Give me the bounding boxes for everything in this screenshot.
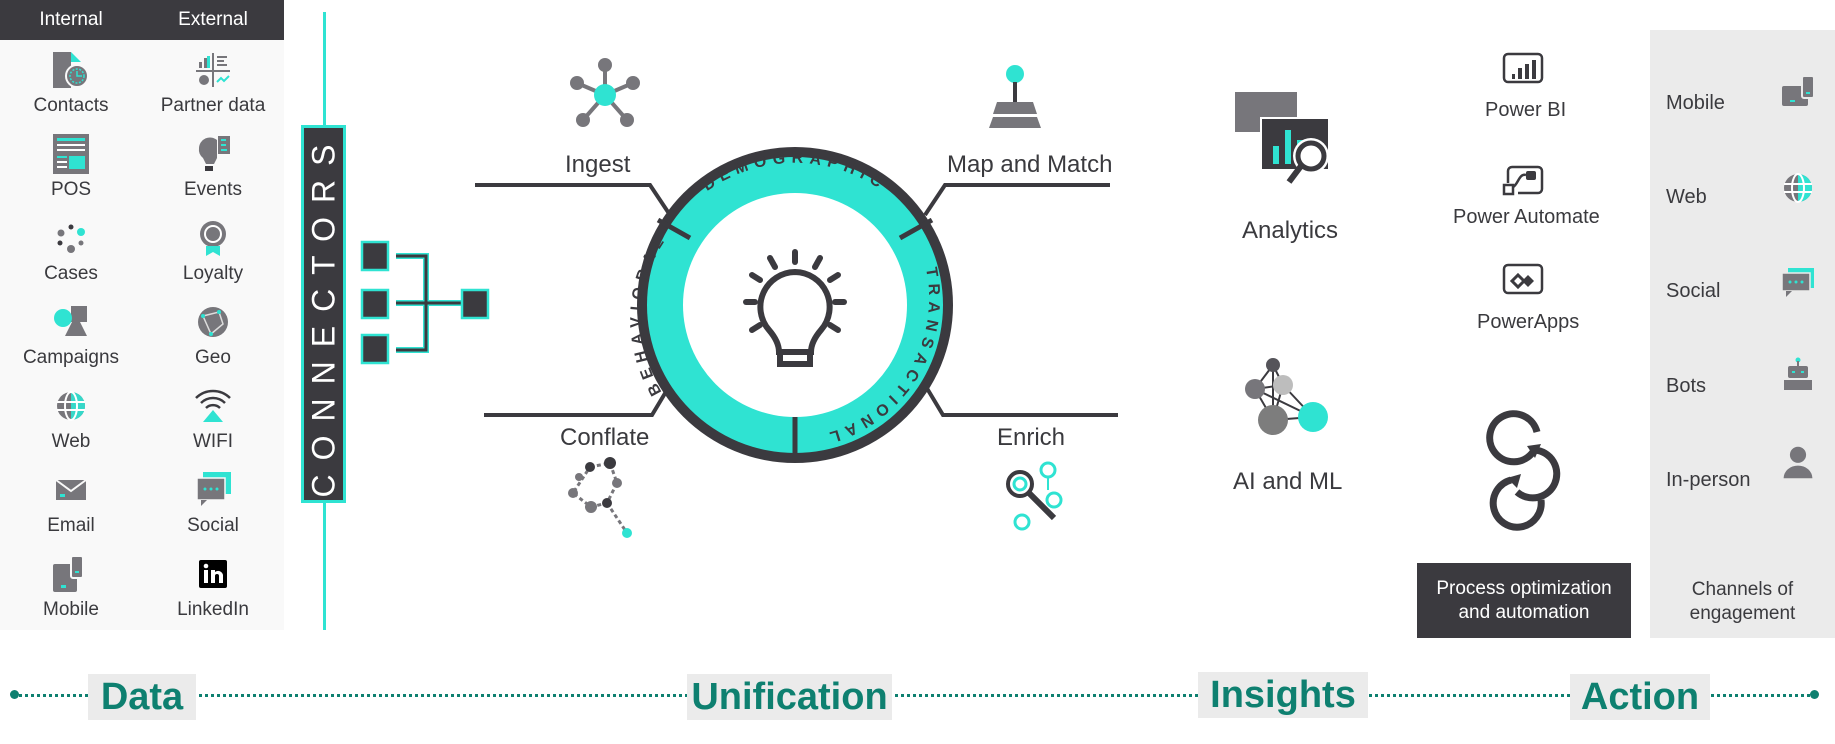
source-contacts: Contacts bbox=[0, 50, 142, 117]
analytics-label: Analytics bbox=[1242, 217, 1339, 244]
channels-caption: Channels of engagement bbox=[1689, 579, 1796, 624]
source-label: LinkedIn bbox=[177, 599, 249, 620]
email-icon bbox=[55, 479, 87, 500]
conflate-icon bbox=[568, 457, 632, 538]
source-partner-data: Partner data bbox=[142, 50, 284, 117]
source-mobile: Mobile bbox=[0, 554, 142, 621]
source-social: Social bbox=[142, 470, 284, 537]
source-label: Geo bbox=[195, 347, 231, 368]
process-cycle-icon bbox=[1486, 410, 1561, 531]
powerapps-label: PowerApps bbox=[1477, 311, 1580, 333]
social-icon bbox=[1781, 268, 1814, 297]
map-match-icon bbox=[989, 65, 1041, 128]
events-icon bbox=[198, 136, 230, 171]
ring-label-transactional: TRANSACTIONAL bbox=[822, 266, 936, 447]
power-automate-icon bbox=[1502, 165, 1544, 196]
source-label: Campaigns bbox=[22, 347, 120, 368]
social-icon bbox=[196, 472, 231, 506]
conflate-label: Conflate bbox=[560, 424, 650, 451]
mobile-icon bbox=[1782, 75, 1815, 106]
connectors-label: CONNECTORS bbox=[305, 130, 341, 498]
source-web: Web bbox=[0, 386, 142, 453]
mobile-icon bbox=[53, 555, 84, 592]
source-label: Events bbox=[183, 179, 243, 200]
ingest-label: Ingest bbox=[565, 151, 631, 178]
powerapps-icon bbox=[1502, 263, 1544, 295]
map-match-label: Map and Match bbox=[947, 151, 1113, 178]
svg-text:TRANSACTIONAL: TRANSACTIONAL bbox=[822, 266, 942, 447]
source-wifi: WIFI bbox=[142, 386, 284, 453]
loyalty-icon bbox=[200, 221, 226, 256]
ingest-icon bbox=[570, 58, 640, 127]
power-bi-icon bbox=[1502, 52, 1544, 84]
source-label: Loyalty bbox=[182, 263, 244, 284]
ring-label-behavioral: BEHAVIORAL bbox=[628, 230, 665, 399]
source-label: Cases bbox=[44, 263, 98, 284]
source-label: Mobile bbox=[43, 599, 99, 620]
stage-unification: Unification bbox=[687, 674, 892, 720]
power-automate-label: Power Automate bbox=[1453, 206, 1600, 228]
cases-icon bbox=[57, 224, 85, 253]
connectors-bar: CONNECTORS bbox=[301, 125, 346, 503]
source-email: Email bbox=[0, 470, 142, 537]
channel-web: Web bbox=[1666, 186, 1707, 208]
source-label: Partner data bbox=[160, 95, 266, 116]
ring-label-demographic: DEMOGRAPHIC bbox=[700, 150, 884, 195]
svg-text:DEMOGRAPHIC: DEMOGRAPHIC bbox=[700, 150, 890, 195]
ai-ml-label: AI and ML bbox=[1233, 468, 1343, 495]
channel-bots: Bots bbox=[1666, 375, 1707, 397]
channel-mobile: Mobile bbox=[1666, 92, 1725, 114]
geo-icon bbox=[198, 307, 228, 337]
partner-data-icon bbox=[196, 53, 230, 87]
source-events: Events bbox=[142, 134, 284, 201]
power-bi-label: Power BI bbox=[1485, 99, 1567, 121]
channels-panel: Mobile Web Social Bots In-person Channel… bbox=[1650, 30, 1835, 638]
source-geo: Geo bbox=[142, 302, 284, 369]
timeline-end-dot bbox=[1810, 690, 1819, 699]
channel-social: Social bbox=[1666, 280, 1721, 302]
internal-header: Internal bbox=[39, 9, 103, 30]
channel-in-person: In-person bbox=[1666, 469, 1751, 491]
enrich-label: Enrich bbox=[997, 424, 1066, 451]
stage-insights: Insights bbox=[1198, 672, 1368, 718]
timeline-start-dot bbox=[10, 690, 19, 699]
source-pos: POS bbox=[0, 134, 142, 201]
process-optimization-box: Process optimization and automation bbox=[1417, 563, 1631, 638]
linkedin-icon bbox=[199, 560, 227, 588]
web-globe-icon bbox=[57, 391, 85, 421]
web-globe-icon bbox=[1784, 173, 1812, 203]
source-label: Email bbox=[47, 515, 95, 536]
process-line2: and automation bbox=[1458, 601, 1590, 623]
process-line1: Process optimization bbox=[1436, 577, 1612, 599]
person-icon bbox=[1783, 446, 1813, 479]
source-campaigns: Campaigns bbox=[0, 302, 142, 369]
bot-icon bbox=[1784, 357, 1812, 390]
source-cases: Cases bbox=[0, 218, 142, 285]
source-label: POS bbox=[50, 179, 92, 200]
svg-text:BEHAVIORAL: BEHAVIORAL bbox=[628, 230, 671, 399]
external-header: External bbox=[178, 9, 248, 30]
source-loyalty: Loyalty bbox=[142, 218, 284, 285]
source-label: Social bbox=[187, 515, 239, 536]
source-label: Contacts bbox=[33, 95, 109, 116]
stage-action: Action bbox=[1570, 674, 1710, 720]
source-label: Web bbox=[51, 431, 91, 452]
campaigns-icon bbox=[54, 306, 87, 336]
enrich-icon bbox=[1006, 461, 1063, 531]
stage-data: Data bbox=[88, 674, 196, 720]
wifi-icon bbox=[195, 389, 231, 422]
sources-header: Internal External bbox=[0, 0, 284, 40]
contacts-icon bbox=[53, 52, 89, 88]
source-linkedin: LinkedIn bbox=[142, 554, 284, 621]
analytics-icon bbox=[1235, 92, 1330, 184]
ai-ml-icon bbox=[1245, 358, 1328, 435]
source-label: WIFI bbox=[192, 431, 234, 452]
stage-timeline-line bbox=[14, 694, 1816, 697]
pos-icon bbox=[53, 134, 89, 174]
